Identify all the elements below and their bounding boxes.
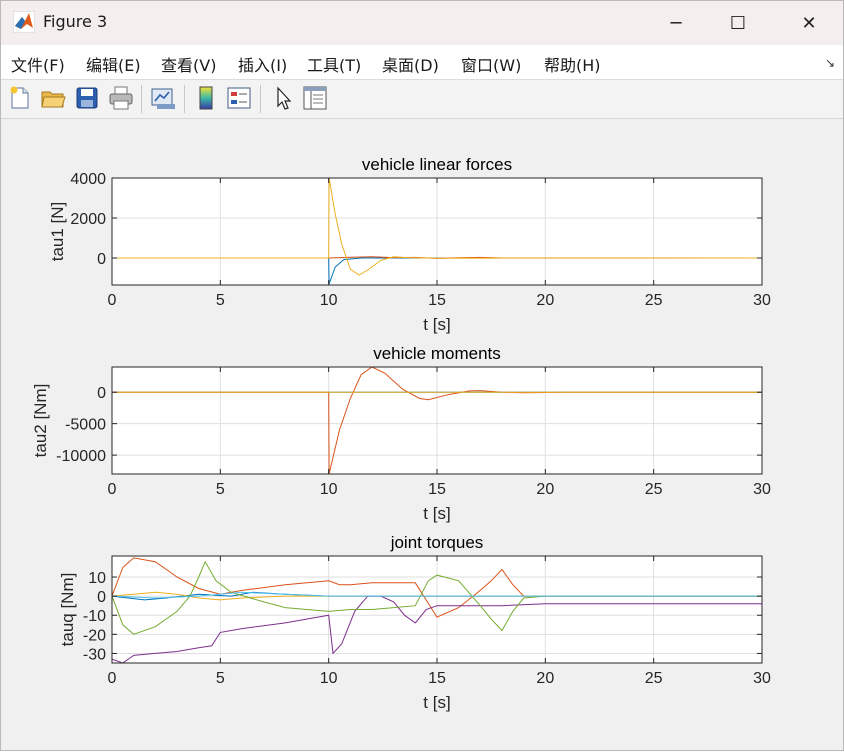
x-tick-label: 0 (108, 292, 117, 309)
insert-legend-icon[interactable] (225, 84, 253, 112)
x-tick-label: 25 (645, 481, 663, 498)
open-file-icon[interactable] (39, 84, 67, 112)
y-tick-label: 4000 (70, 171, 106, 188)
axes-2[interactable]: 0 5 10 15 20 25 30 10 0 -10 -20 -30 joint torques t [… (58, 533, 771, 712)
x-tick-label: 25 (645, 292, 663, 309)
axes-0[interactable]: 0 5 10 15 20 25 30 0 2000 4000 vehicle linear forc… (48, 155, 771, 334)
menu-view[interactable]: 查看(V) (161, 52, 216, 76)
y-axis-label: tauq [Nm] (58, 573, 77, 647)
toolbar-separator (141, 85, 142, 113)
print-icon[interactable] (107, 84, 135, 112)
x-tick-label: 20 (536, 292, 554, 309)
plots-svg: 0 5 10 15 20 25 30020004000vehicle linear forc… (31, 155, 771, 712)
chart-title: vehicle linear forces (362, 155, 512, 174)
x-tick-label: 10 (320, 481, 338, 498)
close-icon: ✕ (801, 12, 817, 34)
title-bar[interactable]: Figure 3 ─ ☐ ✕ (1, 1, 843, 45)
edit-plot-icon[interactable] (269, 84, 297, 112)
x-tick-label: 25 (645, 670, 663, 687)
y-tick-label: -10000 (56, 448, 106, 465)
x-axis-label: t [s] (423, 315, 450, 334)
x-axis-label: t [s] (423, 504, 450, 523)
x-tick-label: 10 (320, 670, 338, 687)
toolbar-separator (260, 85, 261, 113)
menu-desktop[interactable]: 桌面(D) (382, 52, 439, 76)
minimize-icon: ─ (670, 12, 682, 34)
y-tick-label: 0 (97, 385, 106, 402)
y-tick-label: -5000 (65, 417, 106, 434)
x-axis-label: t [s] (423, 693, 450, 712)
matlab-logo-icon (13, 11, 35, 33)
chart-title: vehicle moments (373, 344, 501, 363)
insert-colorbar-icon[interactable] (192, 84, 220, 112)
close-button[interactable]: ✕ (781, 1, 837, 45)
menu-help[interactable]: 帮助(H) (544, 52, 601, 76)
menu-window[interactable]: 窗口(W) (461, 52, 521, 76)
y-tick-label: 2000 (70, 211, 106, 228)
toolbar-separator (184, 85, 185, 113)
x-tick-label: 15 (428, 481, 446, 498)
dock-arrow-icon[interactable]: ↘ (825, 56, 835, 70)
x-tick-label: 0 (108, 670, 117, 687)
x-tick-label: 20 (536, 481, 554, 498)
x-tick-label: 20 (536, 670, 554, 687)
x-tick-label: 5 (216, 670, 225, 687)
x-tick-label: 15 (428, 292, 446, 309)
x-tick-label: 30 (753, 292, 771, 309)
y-tick-label: 0 (97, 589, 106, 606)
link-plot-icon[interactable] (149, 84, 177, 112)
menu-insert[interactable]: 插入(I) (238, 52, 287, 76)
x-tick-label: 10 (320, 292, 338, 309)
figure-canvas[interactable]: 0 5 10 15 20 25 30 0 2000 4000 vehicle linear forc… (1, 119, 843, 750)
y-tick-label: 0 (97, 251, 106, 268)
x-tick-label: 0 (108, 481, 117, 498)
menu-edit[interactable]: 编辑(E) (86, 52, 141, 76)
axes-1[interactable]: 0 5 10 15 20 25 30 0 -5000 -10000 vehicle moments t… (31, 344, 771, 523)
new-figure-icon[interactable] (6, 84, 34, 112)
menu-file[interactable]: 文件(F) (11, 52, 65, 76)
toolbar (1, 80, 843, 119)
maximize-button[interactable]: ☐ (710, 1, 766, 45)
menu-bar: 文件(F) 编辑(E) 查看(V) 插入(I) 工具(T) 桌面(D) 窗口(W… (1, 45, 843, 80)
minimize-button[interactable]: ─ (648, 1, 704, 45)
property-inspector-icon[interactable] (301, 84, 329, 112)
chart-title: joint torques (390, 533, 484, 552)
x-tick-label: 30 (753, 481, 771, 498)
figure-window: Figure 3 ─ ☐ ✕ 文件(F) 编辑(E) 查看(V) 插入(I) 工… (0, 0, 844, 751)
x-tick-label: 15 (428, 670, 446, 687)
y-tick-label: -20 (83, 627, 106, 644)
x-tick-label: 5 (216, 481, 225, 498)
y-axis-label: tau2 [Nm] (31, 384, 50, 458)
save-icon[interactable] (73, 84, 101, 112)
x-tick-label: 5 (216, 292, 225, 309)
menu-tools[interactable]: 工具(T) (307, 52, 361, 76)
y-tick-label: 10 (88, 570, 106, 587)
y-axis-label: tau1 [N] (48, 202, 67, 262)
x-tick-label: 30 (753, 670, 771, 687)
y-tick-label: -30 (83, 646, 106, 663)
window-title: Figure 3 (43, 12, 108, 31)
y-tick-label: -10 (83, 608, 106, 625)
maximize-icon: ☐ (729, 12, 747, 34)
